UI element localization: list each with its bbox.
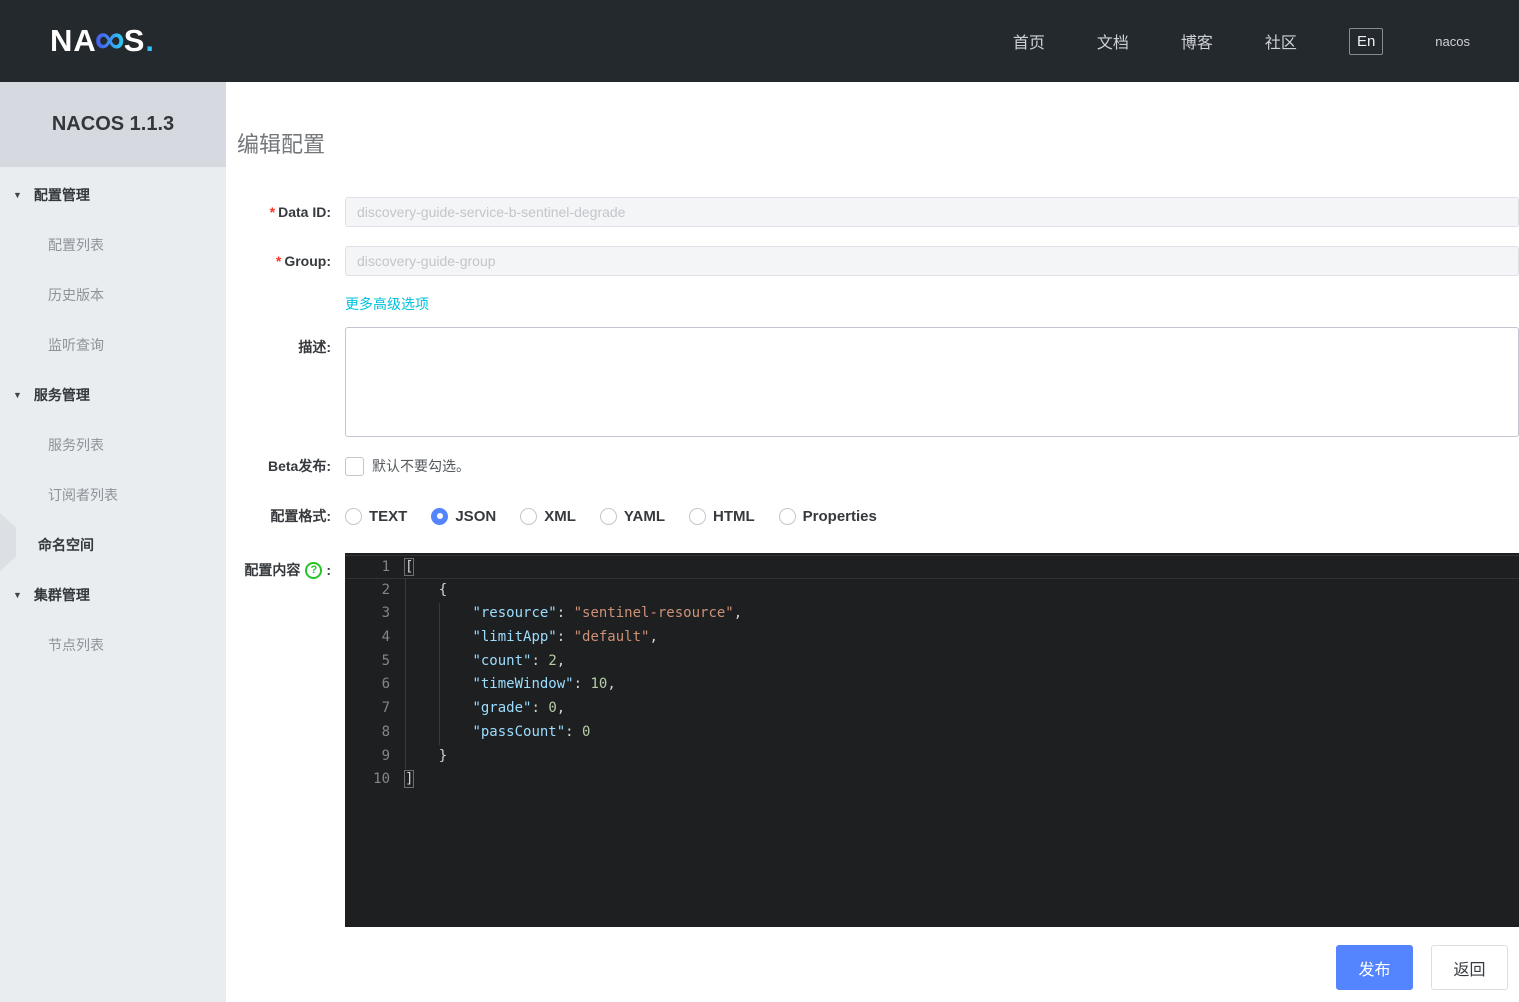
nacos-logo[interactable]: NA ∞ S. — [50, 15, 156, 62]
radio-icon[interactable] — [689, 507, 706, 525]
config-format-radio-group: TEXT JSON XML YAML HTML Properties — [345, 506, 877, 526]
line-number: 3 — [381, 605, 390, 622]
sidebar-item-namespace[interactable]: 命名空间 — [0, 520, 226, 570]
format-option-label: HTML — [713, 507, 755, 525]
logo-dot: . — [145, 23, 156, 58]
sidebar-item-history-versions[interactable]: 历史版本 — [0, 270, 226, 320]
sidebar-item-label: 集群管理 — [33, 587, 90, 603]
nav-link-blog[interactable]: 博客 — [1181, 29, 1213, 53]
line-number: 6 — [381, 676, 390, 693]
format-option-label: YAML — [623, 507, 665, 525]
line-number: 2 — [381, 581, 390, 598]
more-advanced-options-link[interactable]: 更多高级选项 — [345, 294, 429, 314]
nav-link-home[interactable]: 首页 — [1013, 29, 1045, 53]
username-label[interactable]: nacos — [1435, 34, 1470, 49]
help-icon[interactable]: ? — [305, 561, 323, 579]
format-option-text[interactable]: TEXT — [345, 507, 408, 525]
line-number: 9 — [381, 747, 390, 764]
sidebar-item-label: 节点列表 — [48, 637, 104, 653]
beta-release-label: Beta发布: — [267, 458, 331, 474]
sidebar-item-node-list[interactable]: 节点列表 — [0, 620, 226, 670]
format-option-xml[interactable]: XML — [520, 507, 576, 525]
required-asterisk: * — [275, 253, 282, 269]
description-label: 描述: — [298, 339, 331, 355]
editor-line-5: 5 "count": 2, — [345, 650, 1519, 674]
editor-line-6: 6 "timeWindow": 10, — [345, 673, 1519, 697]
logo-text-prefix: NA — [50, 23, 97, 58]
sidebar-version-title: NACOS 1.1.3 — [0, 82, 226, 167]
format-option-html[interactable]: HTML — [689, 507, 755, 525]
format-option-properties[interactable]: Properties — [778, 507, 877, 525]
publish-button[interactable]: 发布 — [1336, 945, 1413, 990]
back-button[interactable]: 返回 — [1431, 945, 1508, 990]
top-nav-links: 首页 文档 博客 社区 En nacos — [1013, 0, 1519, 82]
description-textarea[interactable] — [345, 327, 1519, 437]
format-option-yaml[interactable]: YAML — [599, 507, 665, 525]
caret-down-icon: ▼ — [13, 389, 22, 400]
page-title: 编辑配置 — [237, 132, 326, 157]
sidebar-menu: ▼ 配置管理配置列表历史版本监听查询 ▼ 服务管理服务列表订阅者列表命名空间 ▼ 集群管理… — [0, 167, 226, 670]
beta-checkbox-hint: 默认不要勾选。 — [372, 458, 470, 474]
config-format-label: 配置格式: — [270, 508, 331, 524]
sidebar-item-label: 配置列表 — [48, 237, 104, 253]
format-option-json[interactable]: JSON — [431, 507, 497, 525]
sidebar-item-label: 监听查询 — [48, 337, 104, 353]
line-number: 4 — [381, 629, 390, 646]
sidebar-item-label: 历史版本 — [48, 287, 104, 303]
sidebar-item-label: 服务列表 — [48, 437, 104, 453]
line-number: 7 — [381, 700, 390, 717]
sidebar: NACOS 1.1.3 ▼ 配置管理配置列表历史版本监听查询 ▼ 服务管理服务列表订阅… — [0, 82, 226, 1002]
sidebar-item-service-list[interactable]: 服务列表 — [0, 420, 226, 470]
edit-config-main: 编辑配置 *Data ID: *Group: 更多高级选项 描述: Beta发布… — [226, 82, 1519, 1002]
editor-line-10: 10] — [345, 768, 1519, 792]
line-number: 5 — [381, 652, 390, 669]
editor-line-3: 3 "resource": "sentinel-resource", — [345, 602, 1519, 626]
format-option-label: JSON — [455, 507, 497, 525]
sidebar-item-label: 命名空间 — [38, 537, 94, 553]
radio-icon[interactable] — [778, 507, 796, 525]
sidebar-item-subscriber-list[interactable]: 订阅者列表 — [0, 470, 226, 520]
data-id-label: * Data ID: — [269, 204, 331, 220]
sidebar-item-listening-query[interactable]: 监听查询 — [0, 320, 226, 370]
sidebar-item-service-management[interactable]: ▼ 服务管理 — [0, 370, 226, 420]
sidebar-item-cluster-management[interactable]: ▼ 集群管理 — [0, 570, 226, 620]
sidebar-item-label: 服务管理 — [33, 387, 90, 403]
radio-icon[interactable] — [431, 507, 449, 525]
format-option-label: XML — [544, 507, 576, 525]
infinity-logo-icon: ∞ — [94, 15, 126, 62]
top-navbar: NA ∞ S. 首页 文档 博客 社区 En nacos — [0, 0, 1519, 82]
group-label: * Group: — [275, 253, 331, 269]
beta-checkbox[interactable] — [345, 457, 364, 476]
nav-link-community[interactable]: 社区 — [1265, 29, 1297, 53]
line-number: 10 — [373, 771, 390, 788]
editor-line-7: 7 "grade": 0, — [345, 697, 1519, 721]
line-number: 8 — [381, 723, 390, 740]
sidebar-item-label: 订阅者列表 — [48, 487, 118, 503]
editor-line-2: 2 { — [345, 579, 1519, 603]
required-asterisk: * — [269, 204, 276, 220]
nacos-console-page: NA ∞ S. 首页 文档 博客 社区 En nacos NACOS 1.1.3 ▼ 配置管… — [0, 0, 1519, 1002]
editor-line-8: 8 "passCount": 0 — [345, 721, 1519, 745]
editor-line-4: 4 "limitApp": "default", — [345, 626, 1519, 650]
config-content-label: 配置内容 ? : — [244, 561, 331, 579]
radio-icon[interactable] — [345, 507, 362, 525]
sidebar-item-config-list[interactable]: 配置列表 — [0, 220, 226, 270]
format-option-label: TEXT — [369, 507, 408, 525]
logo-text-suffix: S — [123, 23, 146, 58]
radio-icon[interactable] — [599, 507, 617, 525]
format-option-label: Properties — [802, 507, 877, 525]
caret-down-icon: ▼ — [13, 189, 22, 200]
sidebar-item-label: 配置管理 — [33, 187, 90, 203]
line-number: 1 — [381, 559, 390, 575]
radio-icon[interactable] — [520, 507, 538, 525]
editor-line-9: 9 } — [345, 745, 1519, 769]
caret-down-icon: ▼ — [13, 589, 22, 600]
config-content-editor[interactable]: 1[2 {3 "resource": "sentinel-resource", 4… — [345, 553, 1519, 927]
sidebar-item-config-management[interactable]: ▼ 配置管理 — [0, 170, 226, 220]
data-id-input[interactable] — [345, 197, 1519, 227]
nav-link-docs[interactable]: 文档 — [1097, 29, 1129, 53]
language-toggle-button[interactable]: En — [1348, 27, 1384, 55]
group-input[interactable] — [345, 246, 1519, 276]
editor-line-1: 1[ — [345, 555, 1519, 579]
